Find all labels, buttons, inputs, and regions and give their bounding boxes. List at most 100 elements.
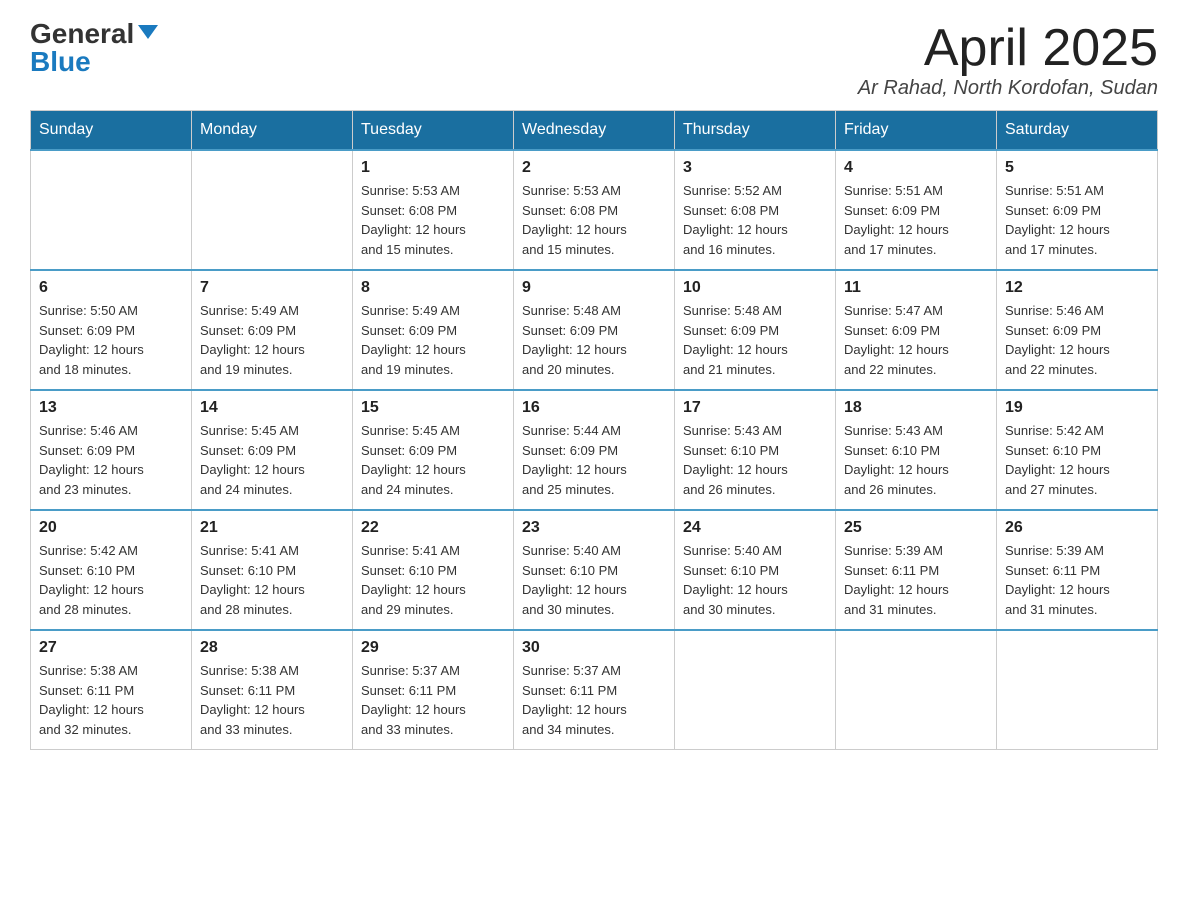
calendar-cell: 26Sunrise: 5:39 AM Sunset: 6:11 PM Dayli… [997,510,1158,630]
calendar-cell [675,630,836,750]
header-saturday: Saturday [997,111,1158,151]
calendar-cell: 18 Sunrise: 5:43 AM Sunset: 6:10 PM Dayli… [836,390,997,510]
calendar-cell: 15 Sunrise: 5:45 AM Sunset: 6:09 PM Dayli… [353,390,514,510]
calendar-cell: 28 Sunrise: 5:38 AM Sunset: 6:11 PM Dayli… [192,630,353,750]
calendar-cell: 4Sunrise: 5:51 AM Sunset: 6:09 PM Daylig… [836,150,997,270]
calendar-cell: 24 Sunrise: 5:40 AM Sunset: 6:10 PM Dayli… [675,510,836,630]
calendar-cell: 20 Sunrise: 5:42 AM Sunset: 6:10 PM Dayli… [31,510,192,630]
header-sunday: Sunday [31,111,192,151]
day-number: 21 [200,519,344,537]
day-info: Sunrise: 5:49 AM Sunset: 6:09 PM Dayligh… [361,301,505,379]
day-number: 20 [39,519,183,537]
calendar-cell [836,630,997,750]
day-number: 7 [200,279,344,297]
calendar-cell: 9Sunrise: 5:48 AM Sunset: 6:09 PM Daylig… [514,270,675,390]
day-info: Sunrise: 5:50 AM Sunset: 6:09 PM Dayligh… [39,301,183,379]
calendar-cell: 17 Sunrise: 5:43 AM Sunset: 6:10 PM Dayli… [675,390,836,510]
logo-triangle-icon [138,25,158,39]
calendar-cell: 2 Sunrise: 5:53 AM Sunset: 6:08 PM Daylig… [514,150,675,270]
location-subtitle: Ar Rahad, North Kordofan, Sudan [858,77,1158,100]
calendar-cell: 23 Sunrise: 5:40 AM Sunset: 6:10 PM Dayli… [514,510,675,630]
calendar-cell: 3Sunrise: 5:52 AM Sunset: 6:08 PM Daylig… [675,150,836,270]
header-row: SundayMondayTuesdayWednesdayThursdayFrid… [31,111,1158,151]
day-info: Sunrise: 5:37 AM Sunset: 6:11 PM Dayligh… [361,661,505,739]
week-row-1: 6 Sunrise: 5:50 AM Sunset: 6:09 PM Daylig… [31,270,1158,390]
header-thursday: Thursday [675,111,836,151]
calendar-cell: 6 Sunrise: 5:50 AM Sunset: 6:09 PM Daylig… [31,270,192,390]
day-number: 1 [361,159,505,177]
day-info: Sunrise: 5:46 AM Sunset: 6:09 PM Dayligh… [39,421,183,499]
day-info: Sunrise: 5:46 AM Sunset: 6:09 PM Dayligh… [1005,301,1149,379]
day-info: Sunrise: 5:39 AM Sunset: 6:11 PM Dayligh… [844,541,988,619]
day-info: Sunrise: 5:43 AM Sunset: 6:10 PM Dayligh… [844,421,988,499]
calendar-cell: 13 Sunrise: 5:46 AM Sunset: 6:09 PM Dayli… [31,390,192,510]
day-info: Sunrise: 5:41 AM Sunset: 6:10 PM Dayligh… [361,541,505,619]
month-title: April 2025 [858,20,1158,77]
calendar-cell: 8 Sunrise: 5:49 AM Sunset: 6:09 PM Daylig… [353,270,514,390]
calendar-table: SundayMondayTuesdayWednesdayThursdayFrid… [30,110,1158,750]
day-number: 19 [1005,399,1149,417]
day-number: 18 [844,399,988,417]
week-row-4: 27Sunrise: 5:38 AM Sunset: 6:11 PM Dayli… [31,630,1158,750]
day-number: 11 [844,279,988,297]
header-friday: Friday [836,111,997,151]
logo: General Blue [30,20,158,76]
day-number: 10 [683,279,827,297]
day-number: 23 [522,519,666,537]
day-info: Sunrise: 5:41 AM Sunset: 6:10 PM Dayligh… [200,541,344,619]
day-info: Sunrise: 5:42 AM Sunset: 6:10 PM Dayligh… [39,541,183,619]
day-number: 12 [1005,279,1149,297]
day-info: Sunrise: 5:53 AM Sunset: 6:08 PM Dayligh… [361,181,505,259]
header-wednesday: Wednesday [514,111,675,151]
day-info: Sunrise: 5:40 AM Sunset: 6:10 PM Dayligh… [522,541,666,619]
day-number: 8 [361,279,505,297]
calendar-cell: 1 Sunrise: 5:53 AM Sunset: 6:08 PM Daylig… [353,150,514,270]
calendar-cell: 16 Sunrise: 5:44 AM Sunset: 6:09 PM Dayli… [514,390,675,510]
day-number: 14 [200,399,344,417]
day-info: Sunrise: 5:51 AM Sunset: 6:09 PM Dayligh… [844,181,988,259]
day-number: 17 [683,399,827,417]
calendar-cell: 5 Sunrise: 5:51 AM Sunset: 6:09 PM Daylig… [997,150,1158,270]
day-info: Sunrise: 5:44 AM Sunset: 6:09 PM Dayligh… [522,421,666,499]
header-tuesday: Tuesday [353,111,514,151]
calendar-cell: 21 Sunrise: 5:41 AM Sunset: 6:10 PM Dayli… [192,510,353,630]
day-info: Sunrise: 5:51 AM Sunset: 6:09 PM Dayligh… [1005,181,1149,259]
day-info: Sunrise: 5:47 AM Sunset: 6:09 PM Dayligh… [844,301,988,379]
day-number: 25 [844,519,988,537]
week-row-0: 1 Sunrise: 5:53 AM Sunset: 6:08 PM Daylig… [31,150,1158,270]
day-info: Sunrise: 5:42 AM Sunset: 6:10 PM Dayligh… [1005,421,1149,499]
day-info: Sunrise: 5:38 AM Sunset: 6:11 PM Dayligh… [200,661,344,739]
day-number: 13 [39,399,183,417]
day-number: 24 [683,519,827,537]
logo-blue: Blue [30,46,91,77]
day-number: 28 [200,639,344,657]
day-info: Sunrise: 5:37 AM Sunset: 6:11 PM Dayligh… [522,661,666,739]
calendar-cell: 25 Sunrise: 5:39 AM Sunset: 6:11 PM Dayli… [836,510,997,630]
day-info: Sunrise: 5:40 AM Sunset: 6:10 PM Dayligh… [683,541,827,619]
calendar-cell: 11 Sunrise: 5:47 AM Sunset: 6:09 PM Dayli… [836,270,997,390]
day-number: 30 [522,639,666,657]
week-row-3: 20 Sunrise: 5:42 AM Sunset: 6:10 PM Dayli… [31,510,1158,630]
day-number: 3 [683,159,827,177]
calendar-cell: 19 Sunrise: 5:42 AM Sunset: 6:10 PM Dayli… [997,390,1158,510]
day-number: 16 [522,399,666,417]
calendar-cell [192,150,353,270]
calendar-cell: 14Sunrise: 5:45 AM Sunset: 6:09 PM Dayli… [192,390,353,510]
calendar-cell: 30 Sunrise: 5:37 AM Sunset: 6:11 PM Dayli… [514,630,675,750]
title-section: April 2025 Ar Rahad, North Kordofan, Sud… [858,20,1158,100]
day-number: 6 [39,279,183,297]
day-number: 15 [361,399,505,417]
calendar-cell: 7 Sunrise: 5:49 AM Sunset: 6:09 PM Daylig… [192,270,353,390]
day-number: 5 [1005,159,1149,177]
day-info: Sunrise: 5:53 AM Sunset: 6:08 PM Dayligh… [522,181,666,259]
day-info: Sunrise: 5:45 AM Sunset: 6:09 PM Dayligh… [361,421,505,499]
calendar-cell [31,150,192,270]
day-number: 9 [522,279,666,297]
day-info: Sunrise: 5:49 AM Sunset: 6:09 PM Dayligh… [200,301,344,379]
day-info: Sunrise: 5:48 AM Sunset: 6:09 PM Dayligh… [683,301,827,379]
calendar-cell [997,630,1158,750]
day-info: Sunrise: 5:39 AM Sunset: 6:11 PM Dayligh… [1005,541,1149,619]
day-number: 2 [522,159,666,177]
day-info: Sunrise: 5:43 AM Sunset: 6:10 PM Dayligh… [683,421,827,499]
calendar-cell: 22Sunrise: 5:41 AM Sunset: 6:10 PM Dayli… [353,510,514,630]
